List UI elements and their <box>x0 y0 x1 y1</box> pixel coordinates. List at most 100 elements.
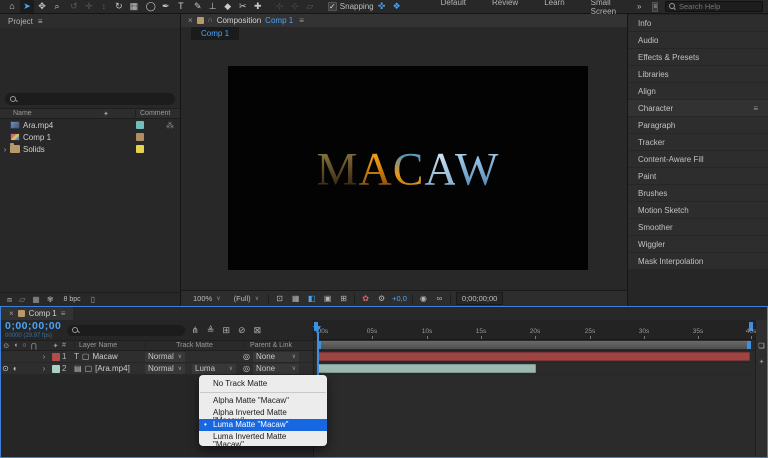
composition-panel-header[interactable]: × ∩ Composition Comp 1 ≡ <box>181 14 627 27</box>
parent-link-column[interactable]: Parent & Link <box>243 342 313 349</box>
hand-tool-icon[interactable]: ✥ <box>35 0 49 13</box>
menu-item-alpha-matte[interactable]: Alpha Matte "Macaw" <box>199 395 327 407</box>
zoom-tool-icon[interactable]: ⌕ <box>50 0 64 13</box>
interpret-footage-icon[interactable]: ⧈ <box>7 295 12 305</box>
fast-previews-icon[interactable]: ⚙ <box>376 294 387 303</box>
audio-on-icon[interactable]: ◖ <box>10 364 19 373</box>
layer-bar-ara[interactable] <box>317 364 536 373</box>
current-time-indicator[interactable] <box>313 320 322 378</box>
track-matte-column[interactable]: Track Matte <box>145 342 243 349</box>
view-axis-icon[interactable]: ▱ <box>303 0 317 13</box>
timeline-tab-comp1[interactable]: × Comp 1 ≡ <box>1 307 73 320</box>
blend-mode-dropdown[interactable]: Normal ∨ <box>145 364 185 374</box>
project-item-ara[interactable]: Ara.mp4 ⁂ <box>0 119 180 131</box>
world-axis-icon[interactable]: ⊹ <box>288 0 302 13</box>
layer-bar-row-ara[interactable] <box>314 363 755 375</box>
project-item-solids[interactable]: › Solids <box>0 143 180 155</box>
column-comment[interactable]: Comment <box>135 110 180 117</box>
label-column-icon[interactable]: ✦ <box>103 110 135 118</box>
panel-tab-audio[interactable]: Audio <box>628 32 768 48</box>
comp-flowchart-icon[interactable]: ⋔ <box>191 325 199 336</box>
label-swatch[interactable] <box>136 121 144 129</box>
video-column-icon[interactable]: ⊙ <box>3 342 9 350</box>
project-panel-header[interactable]: Project ≡ <box>0 14 180 28</box>
layer-bar-macaw[interactable] <box>317 352 750 361</box>
frame-blend-icon[interactable]: ⊞ <box>222 325 230 336</box>
layer-row-ara[interactable]: ⊙ ◖ › 2 ▤ ▢ [Ara.mp4] Normal <box>1 363 313 375</box>
help-search[interactable] <box>665 1 763 12</box>
viewer-timecode[interactable]: 0;00;00;00 <box>456 292 503 305</box>
dolly-camera-icon[interactable]: ↕ <box>97 0 111 13</box>
project-search-input[interactable] <box>20 95 150 104</box>
label-swatch[interactable] <box>52 353 60 361</box>
shape-tool-icon[interactable]: ◯ <box>144 0 158 13</box>
graph-editor-icon[interactable]: ⊠ <box>254 325 262 336</box>
project-search[interactable] <box>5 93 175 105</box>
parent-dropdown[interactable]: None ∨ <box>253 352 299 362</box>
snap-edges-icon[interactable]: ✜ <box>375 0 389 13</box>
label-column-icon[interactable]: ✦ <box>49 342 62 350</box>
close-icon[interactable]: × <box>9 309 14 318</box>
more-workspaces-icon[interactable]: » <box>637 2 641 11</box>
expander-icon[interactable]: › <box>39 352 49 361</box>
blend-mode-dropdown[interactable]: Normal ∨ <box>145 352 185 362</box>
panel-tab-align[interactable]: Align <box>628 83 768 99</box>
track-matte-dropdown[interactable]: Luma ∨ <box>192 364 236 374</box>
active-comp-name[interactable]: Comp 1 <box>265 16 293 25</box>
bit-depth[interactable]: 8 bpc <box>61 296 84 303</box>
new-folder-icon[interactable]: ▱ <box>19 295 25 304</box>
panel-tab-libraries[interactable]: Libraries <box>628 66 768 82</box>
panel-tab-info[interactable]: Info <box>628 15 768 31</box>
lock-icon[interactable]: ∩ <box>208 17 213 24</box>
trash-icon[interactable]: ▯ <box>91 295 95 304</box>
pickwhip-icon[interactable]: ◎ <box>243 364 250 373</box>
magnification-dropdown[interactable]: 100% ∨ <box>189 293 225 304</box>
color-management-icon[interactable]: ✿ <box>360 294 371 303</box>
pen-tool-icon[interactable]: ✒ <box>159 0 173 13</box>
composition-viewer[interactable]: MACAW <box>181 40 627 290</box>
resolution-dropdown[interactable]: (Full) ∨ <box>230 293 264 304</box>
region-of-interest-icon[interactable]: ▣ <box>322 294 333 303</box>
eraser-tool-icon[interactable]: ◆ <box>221 0 235 13</box>
roto-brush-icon[interactable]: ✂ <box>236 0 250 13</box>
project-item-comp1[interactable]: Comp 1 <box>0 131 180 143</box>
panel-tab-character[interactable]: Character ≡ <box>628 100 768 116</box>
panel-menu-icon[interactable]: ≡ <box>753 104 758 113</box>
local-axis-icon[interactable]: ⊹ <box>273 0 287 13</box>
panel-tab-brushes[interactable]: Brushes <box>628 185 768 201</box>
menu-item-no-track-matte[interactable]: No Track Matte <box>199 378 327 390</box>
expander-icon[interactable]: › <box>0 145 10 154</box>
layer-name-column[interactable]: Layer Name <box>74 342 145 349</box>
lock-column-icon[interactable]: ⋂ <box>31 342 37 350</box>
timeline-search-input[interactable] <box>82 326 177 335</box>
label-swatch[interactable] <box>52 365 60 373</box>
expander-icon[interactable]: › <box>39 364 49 373</box>
close-icon[interactable]: × <box>188 16 193 25</box>
current-time-display[interactable]: 0;00;00;00 00000 (29.97 fps) <box>5 321 61 339</box>
panel-menu-icon[interactable]: ≡ <box>38 17 43 26</box>
menu-item-luma-inverted-matte[interactable]: Luma Inverted Matte "Macaw" <box>199 431 327 443</box>
time-graph[interactable]: :00s 05s 10s 15s 20s 25s 30s 35s 40s <box>313 320 755 457</box>
solo-column-icon[interactable]: ○ <box>22 342 26 350</box>
comp-marker-bin-icon[interactable]: ❏ <box>758 342 764 350</box>
panel-tab-smoother[interactable]: Smoother <box>628 219 768 235</box>
exposure-value[interactable]: +0,0 <box>392 294 407 303</box>
panel-tab-tracker[interactable]: Tracker <box>628 134 768 150</box>
layer-row-macaw[interactable]: › 1 T ▢ Macaw Normal ∨ <box>1 351 313 363</box>
macaw-title-text[interactable]: MACAW <box>317 141 500 195</box>
panel-tab-effects-presets[interactable]: Effects & Presets <box>628 49 768 65</box>
work-area-row[interactable] <box>314 340 755 351</box>
type-tool-icon[interactable]: T <box>174 0 188 13</box>
safe-margins-icon[interactable]: ⊡ <box>274 294 285 303</box>
panel-tab-content-aware-fill[interactable]: Content-Aware Fill <box>628 151 768 167</box>
clone-stamp-icon[interactable]: ⊥ <box>206 0 220 13</box>
brush-tool-icon[interactable]: ✎ <box>191 0 205 13</box>
composition-canvas[interactable]: MACAW <box>228 66 588 270</box>
panel-tab-paint[interactable]: Paint <box>628 168 768 184</box>
draft-3d-icon[interactable]: ≜ <box>207 325 215 336</box>
selection-tool-icon[interactable]: ➤ <box>20 0 34 13</box>
rotate-tool-icon[interactable]: ↻ <box>112 0 126 13</box>
manage-workspaces-icon[interactable]: ≡ <box>652 2 658 12</box>
snapping-control[interactable]: ✓ Snapping <box>328 2 374 11</box>
motion-blur-icon[interactable]: ⊘ <box>238 325 246 336</box>
